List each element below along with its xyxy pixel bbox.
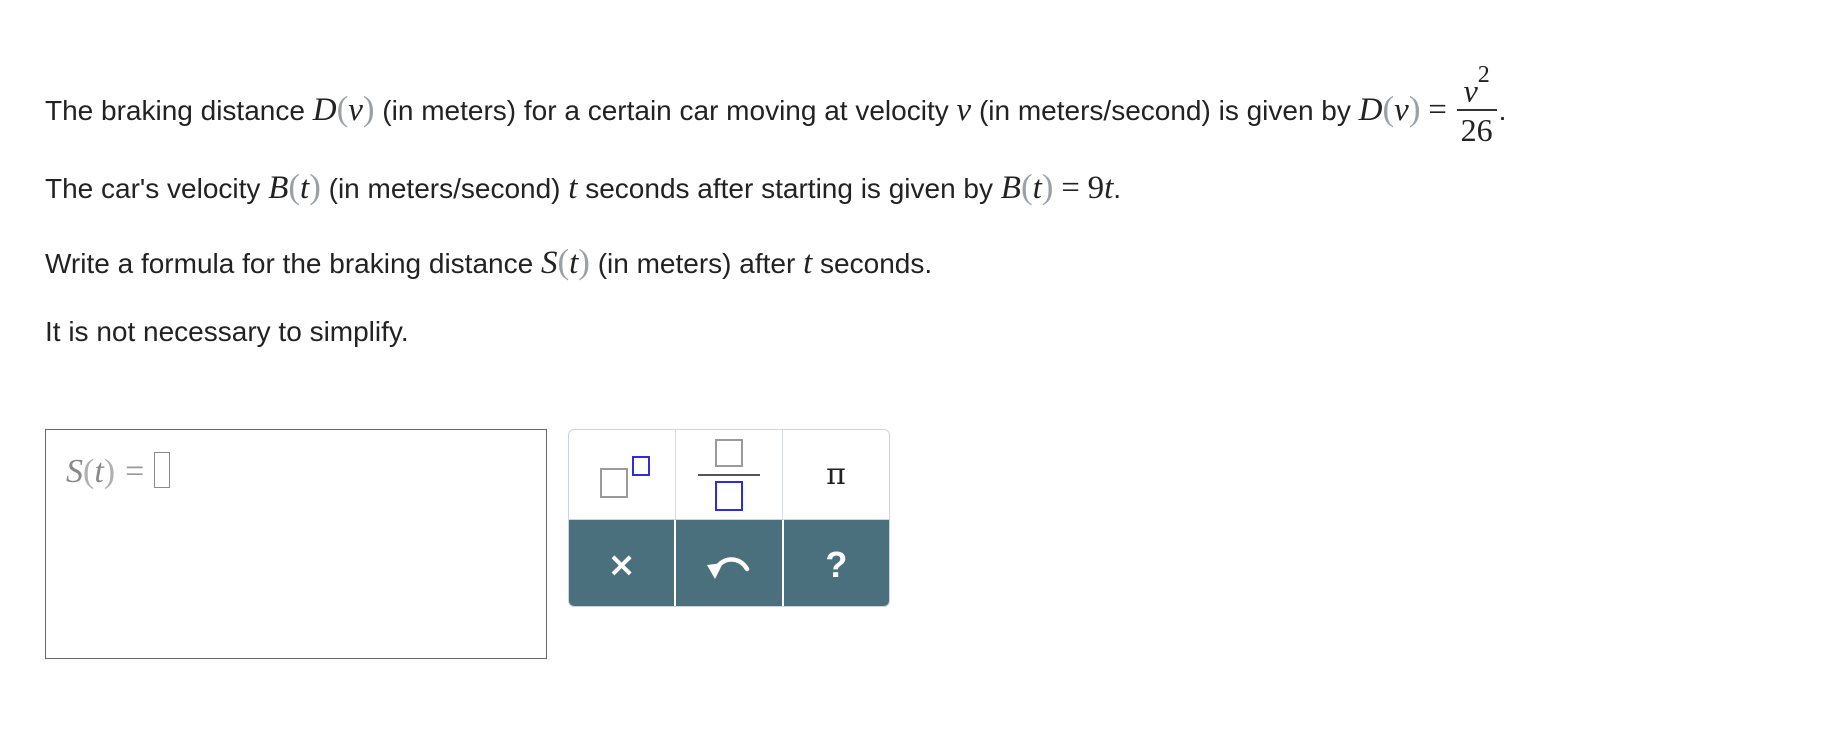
paren-close: ) (103, 453, 116, 490)
problem-line-4: It is not necessary to simplify. (45, 315, 409, 349)
paren-open: ( (1382, 89, 1395, 129)
fn-S: S (540, 245, 558, 281)
rhs-var: t (1104, 170, 1114, 206)
paren-close: ) (1408, 89, 1421, 129)
fraction-denominator: 26 (1456, 108, 1497, 149)
numerator-box (715, 438, 743, 467)
formula-arg-v: v (1394, 92, 1409, 129)
paren-open: ( (1020, 167, 1033, 206)
help-icon: ? (825, 543, 848, 585)
fraction-template-icon (698, 437, 760, 513)
paren-close: ) (1041, 167, 1054, 206)
answer-expression[interactable]: S(t) = (66, 452, 171, 491)
undo-icon (705, 549, 753, 581)
paren-close: ) (362, 89, 375, 129)
fraction-v2-over-26: v2 26 (1456, 62, 1497, 149)
fn-B: B (268, 170, 289, 206)
problem-line-3: Write a formula for the braking distance… (45, 242, 933, 281)
numerator-exponent: 2 (1477, 62, 1490, 88)
answer-equals: = (125, 453, 145, 490)
fn-arg-v: v (348, 92, 363, 129)
paren-open: ( (336, 89, 349, 129)
pi-symbol: π (826, 457, 846, 492)
answer-fn-arg-t: t (94, 453, 104, 490)
fn-arg-t: t (300, 170, 310, 206)
math-palette: π × ? (568, 429, 890, 607)
line3-text-c: seconds. (812, 248, 933, 279)
line3-text-b: (in meters) after (589, 248, 804, 279)
formula-arg-t: t (1032, 170, 1042, 206)
var-v: v (956, 92, 972, 129)
line2-text-c: seconds after starting is given by (577, 173, 1001, 204)
period: . (1113, 173, 1122, 204)
help-button[interactable]: ? (781, 520, 889, 606)
answer-cursor-placeholder[interactable] (154, 452, 171, 488)
base-box (600, 467, 628, 498)
exponent-box (632, 455, 650, 476)
fn-D: D (312, 92, 337, 129)
equals-sign: = (1428, 92, 1447, 129)
answer-input[interactable]: S(t) = (45, 429, 547, 659)
fraction-bar (698, 473, 760, 476)
denominator-box (715, 480, 743, 511)
pi-button[interactable]: π (782, 430, 889, 519)
paren-close: ) (578, 242, 590, 281)
formula-fn-D: D (1358, 92, 1383, 129)
palette-row-actions: × ? (569, 520, 889, 606)
formula-fn-B: B (1000, 170, 1021, 206)
paren-close: ) (309, 167, 321, 206)
numerator-var: v (1463, 72, 1478, 109)
clear-button[interactable]: × (569, 520, 675, 606)
problem-line-1: The braking distance D(v) (in meters) fo… (45, 62, 1507, 155)
equals-sign: = (1061, 170, 1080, 206)
line1-text-a: The braking distance (45, 95, 313, 127)
palette-row-templates: π (569, 430, 889, 520)
superscript-button[interactable] (569, 430, 675, 519)
line2-text-b: (in meters/second) (320, 173, 569, 204)
superscript-template-icon (592, 450, 652, 500)
line4-text: It is not necessary to simplify. (45, 316, 409, 347)
fn-arg-t: t (569, 245, 579, 281)
line2-text-a: The car's velocity (45, 173, 269, 204)
answer-fn-S: S (66, 453, 83, 490)
line3-text-a: Write a formula for the braking distance (45, 248, 541, 279)
rhs-coefficient: 9 (1087, 170, 1105, 206)
fraction-button[interactable] (675, 430, 782, 519)
paren-open: ( (83, 453, 95, 490)
problem-line-2: The car's velocity B(t) (in meters/secon… (45, 167, 1122, 206)
close-icon: × (607, 544, 636, 585)
undo-button[interactable] (674, 520, 782, 606)
fraction-numerator: v2 (1457, 62, 1497, 109)
paren-open: ( (288, 167, 301, 206)
var-t: t (803, 245, 813, 281)
period: . (1498, 95, 1507, 127)
paren-open: ( (557, 242, 570, 281)
line1-text-c: (in meters/second) is given by (971, 95, 1359, 127)
line1-text-b: (in meters) for a certain car moving at … (374, 95, 957, 127)
